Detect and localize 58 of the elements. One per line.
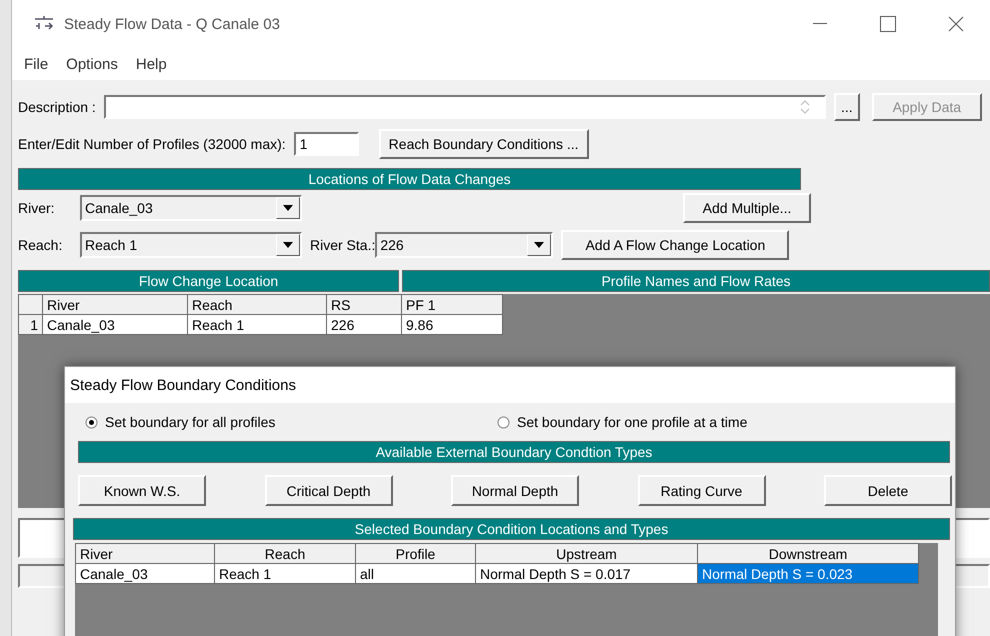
table-cell[interactable]: Normal Depth S = 0.017 bbox=[476, 564, 698, 584]
row-number: 1 bbox=[18, 314, 42, 334]
table-cell[interactable]: 9.86 bbox=[402, 314, 502, 334]
column-header: Profile bbox=[356, 544, 476, 564]
column-header: PF 1 bbox=[402, 294, 502, 314]
add-flow-change-location-button[interactable]: Add A Flow Change Location bbox=[561, 230, 790, 260]
radio-label: Set boundary for one profile at a time bbox=[517, 414, 748, 430]
boundary-type-button[interactable]: Critical Depth bbox=[264, 475, 392, 506]
dropdown-arrow-icon bbox=[283, 205, 293, 211]
table-cell[interactable]: Canale_03 bbox=[76, 564, 214, 584]
menu-item[interactable]: Options bbox=[66, 56, 118, 72]
add-multiple-button[interactable]: Add Multiple... bbox=[683, 193, 811, 223]
river-station-dropdown[interactable]: 226 bbox=[375, 232, 554, 258]
boundary-type-button[interactable]: Delete bbox=[824, 475, 952, 506]
table-cell[interactable]: all bbox=[356, 564, 476, 584]
section-header: Flow Change Location bbox=[18, 270, 399, 292]
field-label: Description : bbox=[18, 99, 96, 115]
column-header: Reach bbox=[188, 294, 326, 314]
maximize-icon[interactable] bbox=[880, 16, 896, 32]
table-cell[interactable]: 226 bbox=[326, 314, 402, 334]
column-header: River bbox=[42, 294, 188, 314]
dropdown-arrow-icon bbox=[283, 242, 293, 248]
section-header: Available External Boundary Condtion Types bbox=[78, 441, 950, 463]
field-label: River Sta.: bbox=[310, 237, 376, 253]
field-label: Enter/Edit Number of Profiles (32000 max): bbox=[18, 136, 286, 152]
field-label: River: bbox=[18, 200, 56, 216]
spinner-icon bbox=[800, 98, 810, 116]
column-header: Reach bbox=[214, 544, 356, 564]
boundary-type-button[interactable]: Known W.S. bbox=[78, 475, 206, 506]
radio-button[interactable] bbox=[85, 416, 98, 428]
column-header: Downstream bbox=[698, 544, 918, 564]
radio-button[interactable] bbox=[497, 416, 510, 428]
reach-dropdown[interactable]: Reach 1 bbox=[80, 232, 302, 258]
column-header: Upstream bbox=[476, 544, 698, 564]
boundary-type-button[interactable]: Rating Curve bbox=[638, 475, 766, 506]
table-cell[interactable]: Normal Depth S = 0.023 bbox=[698, 564, 918, 584]
menu-item[interactable]: File bbox=[24, 56, 48, 72]
menu-item[interactable]: Help bbox=[136, 56, 167, 72]
column-header: RS bbox=[326, 294, 402, 314]
section-header: Selected Boundary Condition Locations and Types bbox=[73, 518, 950, 540]
table-cell[interactable]: Reach 1 bbox=[214, 564, 356, 584]
window-title: Steady Flow Data - Q Canale 03 bbox=[64, 16, 281, 32]
table-cell[interactable]: Reach 1 bbox=[188, 314, 326, 334]
minimize-icon[interactable] bbox=[813, 23, 827, 25]
browse-button[interactable]: ... bbox=[834, 93, 860, 121]
radio-label: Set boundary for all profiles bbox=[105, 414, 276, 430]
reach-boundary-conditions-button[interactable]: Reach Boundary Conditions ... bbox=[378, 129, 589, 159]
section-header: Profile Names and Flow Rates bbox=[402, 270, 990, 292]
dialog-title: Steady Flow Boundary Conditions bbox=[65, 367, 955, 403]
river-dropdown[interactable]: Canale_03 bbox=[80, 195, 302, 221]
field-label: Reach: bbox=[18, 237, 64, 253]
column-header: River bbox=[76, 544, 214, 564]
close-icon[interactable] bbox=[948, 16, 964, 32]
profiles-count-field[interactable]: 1 bbox=[294, 132, 359, 156]
table-cell[interactable]: Canale_03 bbox=[42, 314, 188, 334]
boundary-type-button[interactable]: Normal Depth bbox=[451, 475, 579, 506]
section-header: Locations of Flow Data Changes bbox=[18, 168, 801, 190]
dropdown-arrow-icon bbox=[534, 242, 544, 248]
